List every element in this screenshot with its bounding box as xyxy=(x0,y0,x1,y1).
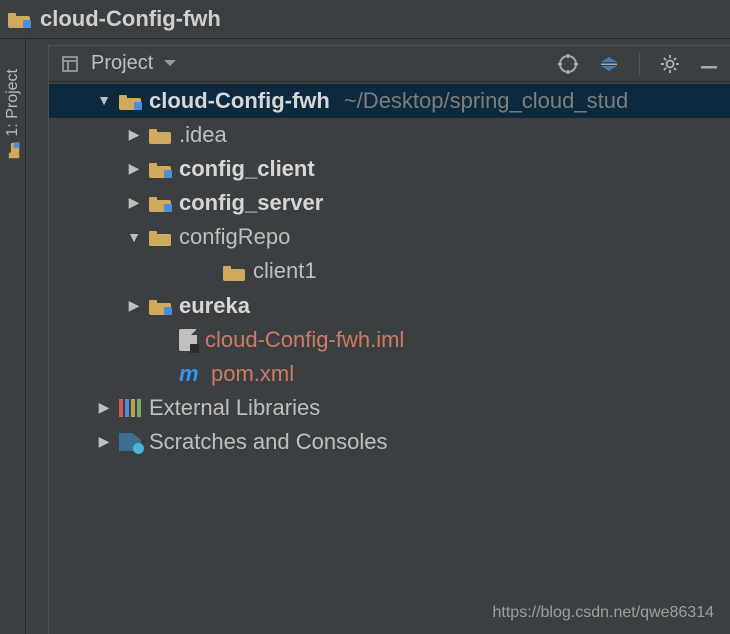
expand-arrow-icon[interactable]: ▶ xyxy=(97,431,111,453)
gear-icon[interactable] xyxy=(660,54,680,74)
tree-item-label: External Libraries xyxy=(149,391,320,425)
tree-item-label: client1 xyxy=(253,254,317,288)
expand-arrow-icon[interactable]: ▶ xyxy=(127,192,141,214)
tree-folder-idea[interactable]: ▶ .idea xyxy=(49,118,730,152)
tree-scratches[interactable]: ▶ Scratches and Consoles xyxy=(49,425,730,459)
tree-item-label: config_server xyxy=(179,186,323,220)
chevron-down-icon[interactable] xyxy=(163,59,177,69)
watermark: https://blog.csdn.net/qwe86314 xyxy=(493,604,715,622)
libraries-icon xyxy=(119,399,141,417)
tree-file-iml[interactable]: ▶ cloud-Config-fwh.iml xyxy=(49,323,730,357)
scratches-icon xyxy=(119,433,141,451)
tree-folder-configrepo[interactable]: ▼ configRepo xyxy=(49,220,730,254)
project-tool-window: Project xyxy=(48,45,730,634)
project-folder-icon xyxy=(8,11,30,27)
tree-item-label: config_client xyxy=(179,152,315,186)
hide-icon[interactable] xyxy=(700,59,718,69)
expand-arrow-icon[interactable]: ▶ xyxy=(127,158,141,180)
breadcrumb[interactable]: cloud-Config-fwh xyxy=(0,0,730,39)
module-folder-icon xyxy=(119,93,141,109)
locate-icon[interactable] xyxy=(557,53,579,75)
tool-window-bar[interactable]: 1: Project xyxy=(0,39,26,634)
module-folder-icon xyxy=(149,195,171,211)
tree-item-label: eureka xyxy=(179,289,250,323)
tree-module-config-server[interactable]: ▶ config_server xyxy=(49,186,730,220)
breadcrumb-project-name: cloud-Config-fwh xyxy=(40,6,221,32)
toolbar-divider xyxy=(639,53,640,75)
tree-item-label: pom.xml xyxy=(211,357,294,391)
folder-icon xyxy=(149,229,171,245)
project-tab-label[interactable]: 1: Project xyxy=(4,69,22,137)
expand-arrow-icon[interactable]: ▼ xyxy=(97,90,111,112)
expand-arrow-icon[interactable]: ▶ xyxy=(127,295,141,317)
folder-icon xyxy=(149,127,171,143)
expand-arrow-icon[interactable]: ▶ xyxy=(127,124,141,146)
tree-external-libraries[interactable]: ▶ External Libraries xyxy=(49,391,730,425)
tree-item-label: .idea xyxy=(179,118,227,152)
project-view-selector[interactable]: Project xyxy=(91,52,153,75)
module-folder-icon xyxy=(149,161,171,177)
tree-module-eureka[interactable]: ▶ eureka xyxy=(49,289,730,323)
file-icon xyxy=(179,329,197,351)
project-tree[interactable]: ▼ cloud-Config-fwh ~/Desktop/spring_clou… xyxy=(49,82,730,634)
expand-arrow-icon[interactable]: ▶ xyxy=(97,397,111,419)
tree-item-label: cloud-Config-fwh xyxy=(149,84,330,118)
expand-arrow-icon[interactable]: ▼ xyxy=(127,227,141,249)
project-view-icon xyxy=(61,54,81,74)
maven-icon: m xyxy=(179,357,203,391)
tree-item-label: configRepo xyxy=(179,220,290,254)
module-folder-icon xyxy=(149,298,171,314)
tree-item-label: Scratches and Consoles xyxy=(149,425,387,459)
tool-window-toolbar: Project xyxy=(49,46,730,82)
tree-file-pom[interactable]: ▶ m pom.xml xyxy=(49,357,730,391)
tree-module-config-client[interactable]: ▶ config_client xyxy=(49,152,730,186)
tree-item-location: ~/Desktop/spring_cloud_stud xyxy=(344,84,628,118)
tree-root[interactable]: ▼ cloud-Config-fwh ~/Desktop/spring_clou… xyxy=(49,84,730,118)
project-tab-icon xyxy=(2,143,24,159)
collapse-all-icon[interactable] xyxy=(599,54,619,74)
folder-icon xyxy=(223,264,245,280)
tree-folder-client1[interactable]: ▶ client1 xyxy=(49,254,730,288)
tree-item-label: cloud-Config-fwh.iml xyxy=(205,323,404,357)
